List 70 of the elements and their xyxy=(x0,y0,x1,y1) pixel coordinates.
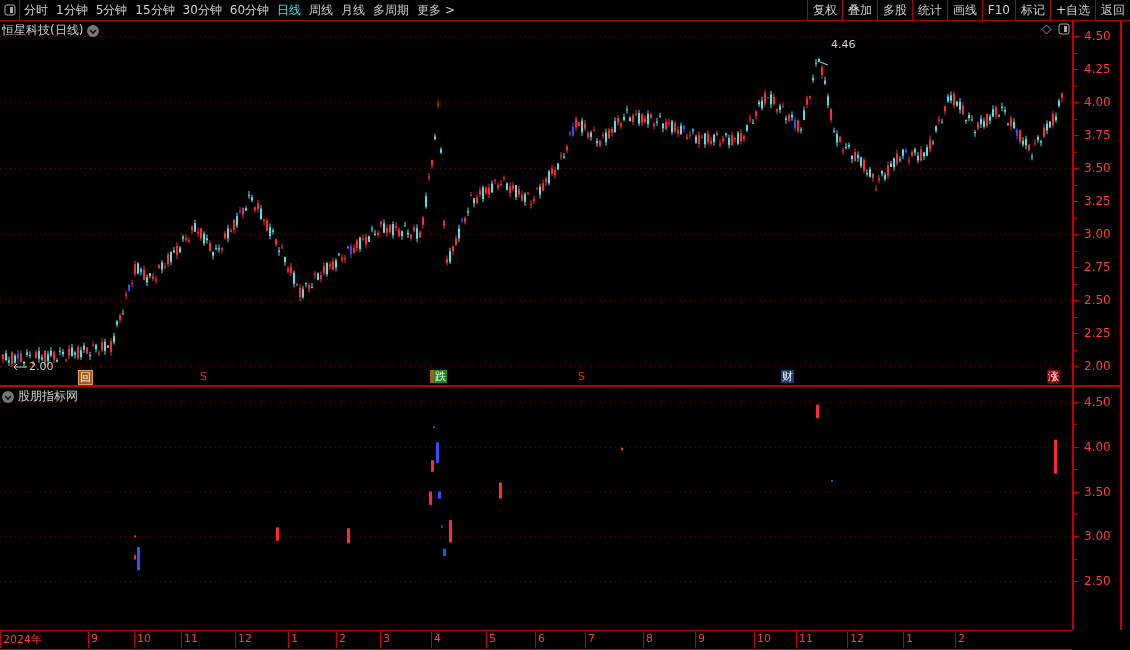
price-label: 4.46 xyxy=(831,38,856,51)
axis-label: 3 xyxy=(380,632,390,648)
axis-label: 4.50 xyxy=(1084,395,1111,409)
pointer-arrow-icon xyxy=(13,363,28,371)
axis-label: 4 xyxy=(431,632,441,648)
axis-label: 11 xyxy=(796,632,813,648)
axis-label: 4.00 xyxy=(1084,95,1111,109)
axis-label: 3.50 xyxy=(1084,161,1111,175)
axis-label: 5 xyxy=(486,632,496,648)
period-tab[interactable]: 月线 xyxy=(337,0,370,20)
period-tab[interactable]: 1分钟 xyxy=(52,0,92,20)
event-marker[interactable]: S xyxy=(199,370,208,383)
period-tab[interactable]: 15分钟 xyxy=(131,0,179,20)
axis-label: 10 xyxy=(134,632,151,648)
event-marker[interactable]: S xyxy=(577,370,586,383)
event-marker[interactable]: 跌 xyxy=(430,370,447,383)
axis-label: 10 xyxy=(754,632,771,648)
axis-label: 2 xyxy=(955,632,965,648)
axis-label: 1 xyxy=(288,632,298,648)
axis-label: 3.25 xyxy=(1084,194,1111,208)
axis-label: 9 xyxy=(88,632,98,648)
event-marker[interactable]: 回 xyxy=(78,370,93,385)
axis-label: 12 xyxy=(235,632,252,648)
axis-label: 11 xyxy=(181,632,198,648)
axis-label: 12 xyxy=(847,632,864,648)
period-tab[interactable]: 更多 > xyxy=(413,0,459,20)
period-tab[interactable]: 日线 xyxy=(273,0,306,20)
axis-label: 3.00 xyxy=(1084,529,1111,544)
chevron-down-icon[interactable] xyxy=(87,24,100,37)
axis-label: 2 xyxy=(336,632,346,648)
axis-label: 2.25 xyxy=(1084,326,1111,340)
axis-label: 3.00 xyxy=(1084,227,1111,241)
event-marker[interactable]: 财 xyxy=(781,370,794,383)
axis-label: 2.00 xyxy=(1084,359,1111,373)
axis-label: 2.75 xyxy=(1084,260,1111,274)
axis-label: 3.75 xyxy=(1084,128,1111,142)
axis-label: 2024年 xyxy=(0,632,42,648)
period-tab[interactable]: 30分钟 xyxy=(178,0,226,20)
axis-label: 8 xyxy=(643,632,653,648)
axis-label: 7 xyxy=(585,632,595,648)
axis-label: 6 xyxy=(535,632,545,648)
toolbar-button[interactable]: 多股 xyxy=(876,0,912,20)
diamond-icon[interactable] xyxy=(1041,23,1052,35)
period-tab[interactable]: 多周期 xyxy=(369,0,414,20)
toolbar-button[interactable]: 复权 xyxy=(806,0,842,20)
event-marker[interactable]: 涨 xyxy=(1047,370,1060,383)
chart-title: 恒星科技(日线) xyxy=(2,22,84,39)
toolbar-button[interactable]: 返回 xyxy=(1095,0,1130,20)
toolbar-button[interactable]: 画线 xyxy=(946,0,982,20)
axis-label: 4.00 xyxy=(1084,439,1111,454)
toolbar-button[interactable]: 统计 xyxy=(911,0,947,20)
period-tab[interactable]: 分时 xyxy=(20,0,52,20)
axis-label: 1 xyxy=(903,632,913,648)
period-tab[interactable]: 周线 xyxy=(305,0,338,20)
period-tab[interactable]: 60分钟 xyxy=(225,0,274,20)
toolbar-button[interactable]: +自选 xyxy=(1049,0,1095,20)
price-label: 2.00 xyxy=(29,360,54,373)
axis-label: 4.25 xyxy=(1084,62,1111,76)
period-tab[interactable]: 5分钟 xyxy=(91,0,132,20)
axis-label: 9 xyxy=(695,632,705,648)
axis-label: 2.50 xyxy=(1084,574,1111,588)
toolbar-button[interactable]: 标记 xyxy=(1014,0,1050,20)
chevron-down-icon[interactable] xyxy=(2,390,14,403)
panel-toggle-icon[interactable] xyxy=(1058,23,1070,35)
axis-label: 2.50 xyxy=(1084,293,1111,307)
toolbar-button[interactable]: 叠加 xyxy=(841,0,877,20)
axis-label: 3.50 xyxy=(1084,484,1111,499)
axis-label: 4.50 xyxy=(1084,29,1111,43)
toolbar-button[interactable]: F10 xyxy=(981,0,1015,20)
indicator-title: 股朋指标网 xyxy=(18,388,78,405)
